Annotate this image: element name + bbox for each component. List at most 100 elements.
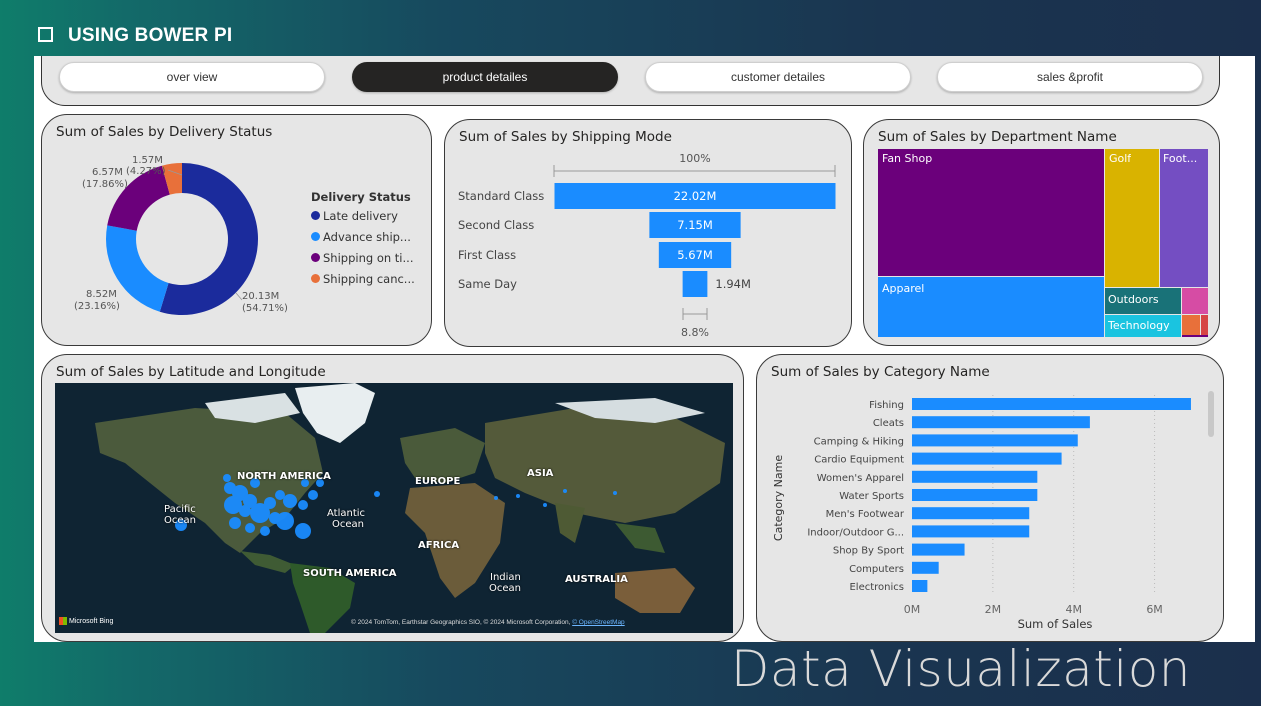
tab-sales-profit[interactable]: sales &profit — [937, 62, 1203, 92]
category-label: Shop By Sport — [833, 546, 904, 557]
map-view[interactable]: NORTH AMERICA EUROPE ASIA Pacific Ocean … — [55, 383, 733, 633]
treemap-tile-golf[interactable]: Golf — [1105, 149, 1159, 287]
map-label-pacific-ocean: Ocean — [164, 515, 196, 526]
category-label: Water Sports — [839, 491, 904, 502]
treemap-tile-apparel[interactable]: Apparel — [878, 277, 1104, 337]
card-title: Sum of Sales by Latitude and Longitude — [56, 364, 326, 380]
funnel-value-label: 22.02M — [674, 189, 717, 203]
legend-label: Advance ship... — [323, 230, 411, 244]
treemap-tile-tiny[interactable] — [1182, 335, 1208, 337]
category-bar[interactable] — [912, 416, 1090, 429]
late-label: 20.13M — [242, 291, 279, 302]
legend-item-advance[interactable]: Advance ship... — [311, 230, 411, 244]
map-label-australia: AUSTRALIA — [565, 574, 628, 585]
treemap-tile-orange[interactable] — [1182, 315, 1200, 335]
header-bar: USING BOWER PI — [0, 0, 1261, 58]
tab-overview[interactable]: over view — [59, 62, 325, 92]
map-label-indian: Indian — [490, 572, 521, 583]
advance-label: 8.52M — [86, 289, 117, 300]
category-label: Cardio Equipment — [814, 455, 904, 466]
osm-link[interactable]: © OpenStreetMap — [572, 619, 624, 626]
ontime-label: 6.57M — [92, 167, 123, 178]
x-tick-label: 6M — [1146, 603, 1163, 616]
category-bar[interactable] — [912, 561, 939, 574]
treemap-tile-technology[interactable]: Technology — [1105, 315, 1181, 337]
legend-label: Shipping canc... — [323, 272, 415, 286]
tab-product-details[interactable]: product detailes — [352, 62, 618, 92]
category-bar[interactable] — [912, 580, 928, 592]
map-label-indian-ocean: Ocean — [489, 583, 521, 594]
x-tick-label: 2M — [985, 603, 1002, 616]
legend-item-cancel[interactable]: Shipping canc... — [311, 272, 415, 286]
tile-label: Foot... — [1163, 152, 1198, 165]
ontime-pct-label: (17.86%) — [82, 179, 128, 190]
map-attribution: © 2024 TomTom, Earthstar Geographics SIO… — [351, 619, 625, 626]
category-bar[interactable] — [912, 525, 1030, 538]
chart-scrollbar[interactable] — [1208, 391, 1214, 437]
category-bar[interactable] — [912, 470, 1038, 483]
category-bar[interactable] — [912, 543, 965, 556]
category-bar[interactable] — [912, 507, 1030, 520]
funnel-category-label: First Class — [458, 248, 516, 262]
legend-item-late[interactable]: Late delivery — [311, 209, 398, 223]
category-label: Fishing — [869, 400, 904, 411]
late-pct-label: (54.71%) — [242, 303, 288, 314]
category-label: Women's Apparel — [817, 473, 904, 484]
microsoft-icon — [59, 617, 67, 625]
attribution-text: © 2024 TomTom, Earthstar Geographics SIO… — [351, 619, 571, 626]
funnel-bar[interactable] — [682, 271, 708, 297]
treemap-tile-red[interactable] — [1201, 315, 1208, 335]
category-label: Computers — [849, 564, 904, 575]
funnel-value-label: 7.15M — [677, 218, 713, 232]
funnel-category-label: Same Day — [458, 277, 517, 291]
category-bar[interactable] — [912, 434, 1078, 447]
treemap-tile-pink[interactable] — [1182, 288, 1208, 314]
category-label: Camping & Hiking — [814, 436, 904, 447]
treemap-tile-footwear[interactable]: Foot... — [1160, 149, 1208, 287]
map-card: Sum of Sales by Latitude and Longitude N… — [41, 354, 744, 642]
x-axis-title: Sum of Sales — [1018, 617, 1093, 631]
cancel-pct-label: (4.27%) — [126, 166, 166, 177]
map-label-atlantic-ocean: Ocean — [332, 519, 364, 530]
footer-title: Data Visualization — [730, 640, 1191, 698]
x-tick-label: 4M — [1065, 603, 1082, 616]
map-label-north-america: NORTH AMERICA — [237, 471, 331, 482]
legend-label: Late delivery — [323, 209, 398, 223]
category-bar[interactable] — [912, 398, 1191, 410]
card-title: Sum of Sales by Department Name — [878, 129, 1117, 145]
shipping-funnel-chart: 100% Standard Class 22.02M Second Class 7.15… — [458, 152, 836, 339]
funnel-value-label: 1.94M — [715, 277, 751, 291]
funnel-bottom-percent: 8.8% — [681, 326, 709, 339]
treemap-tile-outdoors[interactable]: Outdoors — [1105, 288, 1181, 314]
category-label: Men's Footwear — [826, 509, 905, 520]
advance-pct-label: (23.16%) — [74, 301, 120, 312]
category-bar[interactable] — [912, 489, 1038, 501]
legend-item-ontime[interactable]: Shipping on ti... — [311, 251, 413, 265]
tile-label: Golf — [1109, 152, 1132, 165]
bing-logo: Microsoft Bing — [59, 617, 113, 625]
category-bar[interactable] — [912, 452, 1062, 465]
map-label-atlantic: Atlantic — [327, 508, 366, 519]
checkbox-icon — [38, 27, 53, 42]
tile-label: Outdoors — [1108, 293, 1159, 306]
category-card: Sum of Sales by Category Name 0M 2M 4M 6M Fi… — [756, 354, 1224, 642]
category-label: Electronics — [849, 582, 904, 593]
page-title: USING BOWER PI — [68, 25, 233, 46]
tile-label: Fan Shop — [882, 152, 933, 165]
delivery-status-card: Sum of Sales by Delivery Status 6.57M (17… — [41, 114, 432, 346]
map-label-pacific: Pacific — [164, 504, 196, 515]
category-bar-chart: 0M 2M 4M 6M Fishing Cleats Camping & Hiking Car… — [772, 395, 1191, 631]
category-label: Cleats — [873, 418, 904, 429]
funnel-category-label: Standard Class — [458, 189, 544, 203]
funnel-value-label: 5.67M — [677, 248, 713, 262]
map-label-asia: ASIA — [527, 468, 554, 479]
tab-customer-details[interactable]: customer detailes — [645, 62, 911, 92]
report-canvas: over view product detailes customer deta… — [34, 56, 1255, 642]
legend-label: Shipping on ti... — [323, 251, 414, 265]
tile-label: Apparel — [882, 282, 925, 295]
map-label-europe: EUROPE — [415, 476, 461, 487]
legend-title: Delivery Status — [311, 190, 411, 204]
category-label: Indoor/Outdoor G... — [807, 527, 904, 538]
treemap-tile-fan-shop[interactable]: Fan Shop — [878, 149, 1104, 276]
tile-label: Technology — [1108, 319, 1170, 332]
